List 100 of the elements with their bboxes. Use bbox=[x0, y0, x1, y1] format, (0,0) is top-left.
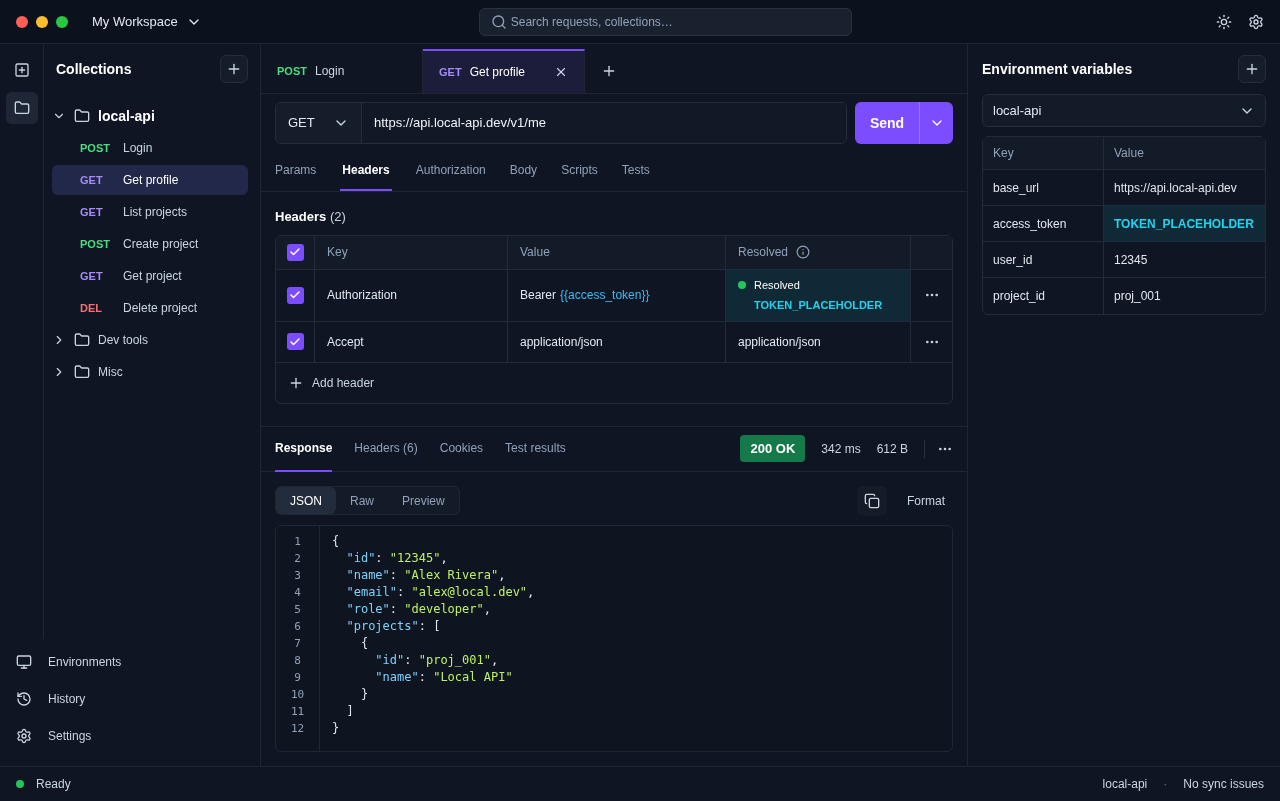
line-number: 9 bbox=[294, 669, 301, 686]
section-tab[interactable]: Authorization bbox=[415, 150, 486, 191]
nav-item[interactable]: Settings bbox=[0, 717, 260, 754]
request-name: Login bbox=[123, 140, 153, 157]
monitor-icon bbox=[16, 653, 32, 670]
add-button[interactable] bbox=[1238, 55, 1266, 83]
table-cell: Authorization bbox=[315, 269, 508, 321]
table-cell: application/json bbox=[726, 321, 911, 362]
response-tab[interactable]: Test results bbox=[505, 425, 566, 472]
square-plus-icon bbox=[13, 62, 30, 78]
request-name: Get project bbox=[123, 268, 182, 285]
view-tab[interactable]: Preview bbox=[388, 487, 459, 514]
request-item[interactable]: POST Login bbox=[52, 133, 248, 163]
view-tab[interactable]: JSON bbox=[276, 487, 336, 514]
request-item[interactable]: GET List projects bbox=[52, 197, 248, 227]
table-cell: TOKEN_PLACEHOLDER bbox=[1104, 206, 1265, 241]
code-line: "projects": [ bbox=[345, 617, 442, 635]
line-number: 1 bbox=[294, 533, 301, 550]
add-button[interactable] bbox=[220, 55, 248, 83]
code-line: "email": "alex@local.dev", bbox=[345, 583, 535, 601]
code-line: { bbox=[332, 532, 341, 550]
variable-token: {{access_token}} bbox=[560, 287, 650, 304]
plus-icon bbox=[1244, 61, 1260, 77]
check-icon bbox=[289, 246, 301, 258]
section-tab[interactable]: Body bbox=[509, 150, 538, 191]
copy-button[interactable] bbox=[857, 485, 887, 516]
section-tab[interactable]: Tests bbox=[621, 150, 650, 191]
request-item[interactable]: POST Create project bbox=[52, 229, 248, 259]
settings-icon[interactable] bbox=[1248, 13, 1264, 30]
add-header-button[interactable]: Add header bbox=[276, 362, 387, 403]
folder-row[interactable]: local-api bbox=[52, 100, 248, 132]
column-header: Value bbox=[1113, 145, 1145, 162]
section-tab[interactable]: Scripts bbox=[561, 150, 598, 191]
response-tab[interactable]: Cookies bbox=[439, 425, 484, 472]
workspace-switcher[interactable]: My Workspace bbox=[92, 11, 202, 32]
nav-label: Settings bbox=[48, 727, 92, 745]
request-tab[interactable]: GET Get profile bbox=[423, 49, 585, 93]
check-icon bbox=[289, 289, 301, 301]
table-cell-text: Bearer bbox=[520, 287, 557, 304]
folder-icon bbox=[74, 332, 90, 348]
response-size: 612 B bbox=[876, 439, 925, 458]
column-header: Key bbox=[315, 235, 508, 269]
table-cell: base_url bbox=[983, 170, 1104, 205]
new-tab-icon[interactable] bbox=[601, 63, 617, 79]
check-icon bbox=[289, 335, 301, 348]
table-cell: Accept bbox=[315, 321, 508, 362]
table-cell: project_id bbox=[983, 278, 1104, 314]
environment-select[interactable]: local-api bbox=[982, 94, 1266, 127]
method-label: GET bbox=[439, 64, 462, 80]
code-line: } bbox=[332, 719, 341, 737]
line-number: 6 bbox=[294, 618, 301, 635]
line-number: 4 bbox=[294, 584, 301, 601]
search-field[interactable]: Search requests, collections… bbox=[478, 7, 852, 36]
info-icon[interactable] bbox=[796, 245, 811, 259]
tab-title: Login bbox=[314, 63, 345, 80]
code-line: } bbox=[359, 685, 370, 703]
separator-dot: · bbox=[1163, 776, 1168, 793]
checkbox[interactable] bbox=[286, 243, 304, 261]
close-icon[interactable] bbox=[554, 65, 568, 79]
environment-name: local-api bbox=[1102, 776, 1148, 793]
nav-item[interactable]: History bbox=[0, 680, 260, 717]
history-icon bbox=[16, 690, 32, 707]
section-tab[interactable]: Params bbox=[275, 150, 317, 191]
folder-row[interactable]: Misc bbox=[52, 356, 248, 388]
search-icon bbox=[490, 13, 507, 30]
request-name: Get profile bbox=[123, 172, 179, 189]
folder-name: local-api bbox=[98, 106, 155, 126]
line-number: 3 bbox=[294, 567, 301, 584]
line-number: 8 bbox=[294, 652, 301, 669]
tab-title: Get profile bbox=[469, 64, 525, 81]
response-tab[interactable]: Response bbox=[275, 425, 333, 472]
method-label: POST bbox=[80, 140, 111, 156]
headers-heading: Headers (2) bbox=[275, 208, 347, 226]
folder-name: Misc bbox=[98, 364, 123, 381]
status-text: Ready bbox=[36, 776, 71, 793]
sun-icon[interactable] bbox=[1216, 13, 1232, 30]
method-label: GET bbox=[80, 172, 104, 188]
column-header: Resolved bbox=[738, 244, 789, 261]
nav-item[interactable]: Environments bbox=[0, 643, 260, 680]
checkbox[interactable] bbox=[286, 286, 304, 304]
rail-button[interactable] bbox=[5, 92, 38, 124]
line-number: 10 bbox=[290, 686, 305, 703]
line-number: 2 bbox=[294, 550, 301, 567]
request-name: Delete project bbox=[123, 300, 198, 317]
view-tab[interactable]: Raw bbox=[336, 487, 389, 514]
code-line: "role": "developer", bbox=[345, 600, 492, 618]
request-item[interactable]: GET Get profile bbox=[52, 165, 248, 195]
response-time: 342 ms bbox=[821, 440, 861, 458]
folder-row[interactable]: Dev tools bbox=[52, 324, 248, 356]
column-header: Key bbox=[983, 137, 1104, 169]
request-item[interactable]: DEL Delete project bbox=[52, 293, 248, 323]
status-badge: 200 OK bbox=[740, 435, 806, 462]
column-header: Value bbox=[508, 235, 726, 269]
method-label: POST bbox=[80, 236, 111, 252]
code-line: "name": "Alex Rivera", bbox=[345, 566, 507, 584]
checkbox[interactable] bbox=[286, 333, 304, 350]
response-tab[interactable]: Headers (6) bbox=[354, 425, 418, 472]
format-button[interactable]: Format bbox=[899, 491, 953, 510]
request-item[interactable]: GET Get project bbox=[52, 261, 248, 291]
section-tab[interactable]: Headers bbox=[340, 150, 392, 191]
